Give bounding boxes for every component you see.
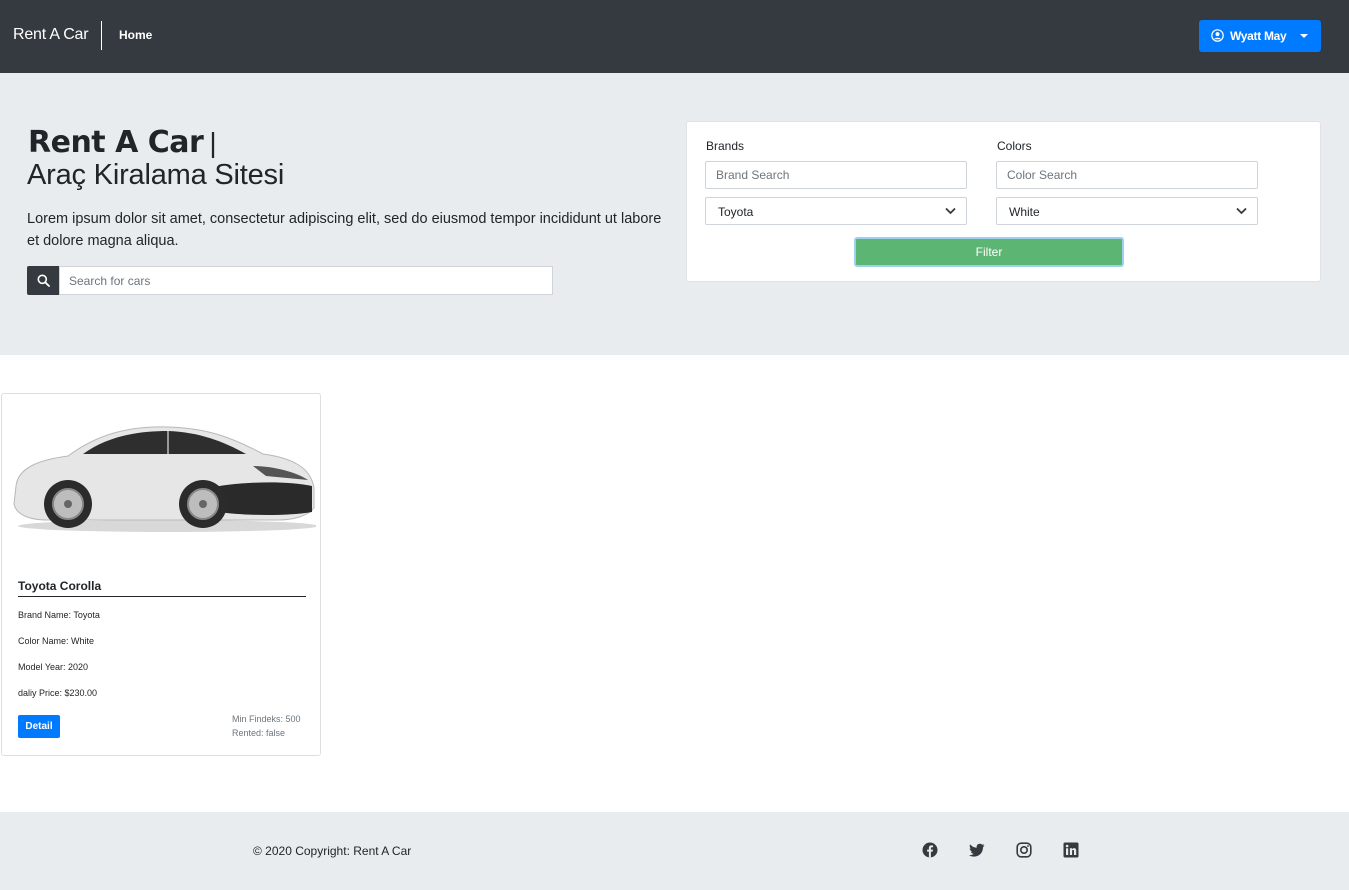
footer-copyright: © 2020 Copyright: Rent A Car — [253, 844, 412, 858]
hero-title-separator: | — [209, 127, 217, 158]
detail-button[interactable]: Detail — [18, 715, 60, 738]
twitter-icon[interactable] — [969, 842, 985, 858]
filter-card: Brands Toyota Colors White Filter — [686, 121, 1321, 282]
car-min-findeks: Min Findeks: 500 — [232, 714, 301, 724]
car-model-year: Model Year: 2020 — [18, 662, 89, 672]
hero-title: Rent A Car | — [28, 123, 217, 160]
footer: © 2020 Copyright: Rent A Car — [0, 812, 1349, 890]
filter-button[interactable]: Filter — [854, 237, 1124, 267]
user-circle-icon — [1211, 29, 1224, 42]
linkedin-icon[interactable] — [1063, 842, 1079, 858]
hero-subtitle: Araç Kiralama Sitesi — [27, 159, 285, 191]
brand-search-input[interactable] — [705, 161, 967, 189]
car-search-group — [27, 266, 553, 295]
brand-select-value: Toyota — [718, 205, 754, 219]
brands-label: Brands — [706, 139, 745, 153]
user-menu-button[interactable]: Wyatt May — [1199, 20, 1321, 52]
colors-label: Colors — [997, 139, 1032, 153]
color-select[interactable]: White — [996, 197, 1258, 225]
car-image — [13, 426, 316, 532]
hero-title-bold: Rent A Car — [28, 125, 204, 160]
color-select-value: White — [1009, 205, 1040, 219]
search-icon — [37, 274, 50, 287]
navbar-divider — [101, 21, 102, 50]
navbar: Rent A Car Home Wyatt May — [0, 0, 1349, 73]
hero-section: Rent A Car | Araç Kiralama Sitesi Lorem i… — [0, 73, 1349, 355]
color-search-input[interactable] — [996, 161, 1258, 189]
instagram-icon[interactable] — [1016, 842, 1032, 858]
car-title: Toyota Corolla — [18, 579, 306, 597]
user-name: Wyatt May — [1230, 29, 1287, 43]
chevron-down-icon — [945, 207, 956, 215]
car-rented-status: Rented: false — [232, 728, 286, 738]
chevron-down-icon — [1236, 207, 1247, 215]
car-card: Toyota Corolla Brand Name: Toyota Color … — [1, 393, 321, 756]
brand-select[interactable]: Toyota — [705, 197, 967, 225]
car-brand: Brand Name: Toyota — [18, 610, 100, 620]
car-search-input[interactable] — [59, 266, 553, 295]
chevron-down-icon — [1300, 34, 1308, 38]
navbar-brand[interactable]: Rent A Car — [13, 26, 89, 44]
search-button[interactable] — [27, 266, 59, 295]
nav-link-home[interactable]: Home — [119, 28, 152, 42]
facebook-icon[interactable] — [922, 842, 938, 858]
car-color: Color Name: White — [18, 636, 95, 646]
hero-description: Lorem ipsum dolor sit amet, consectetur … — [27, 211, 662, 249]
car-daily-price: daliy Price: $230.00 — [18, 688, 98, 698]
